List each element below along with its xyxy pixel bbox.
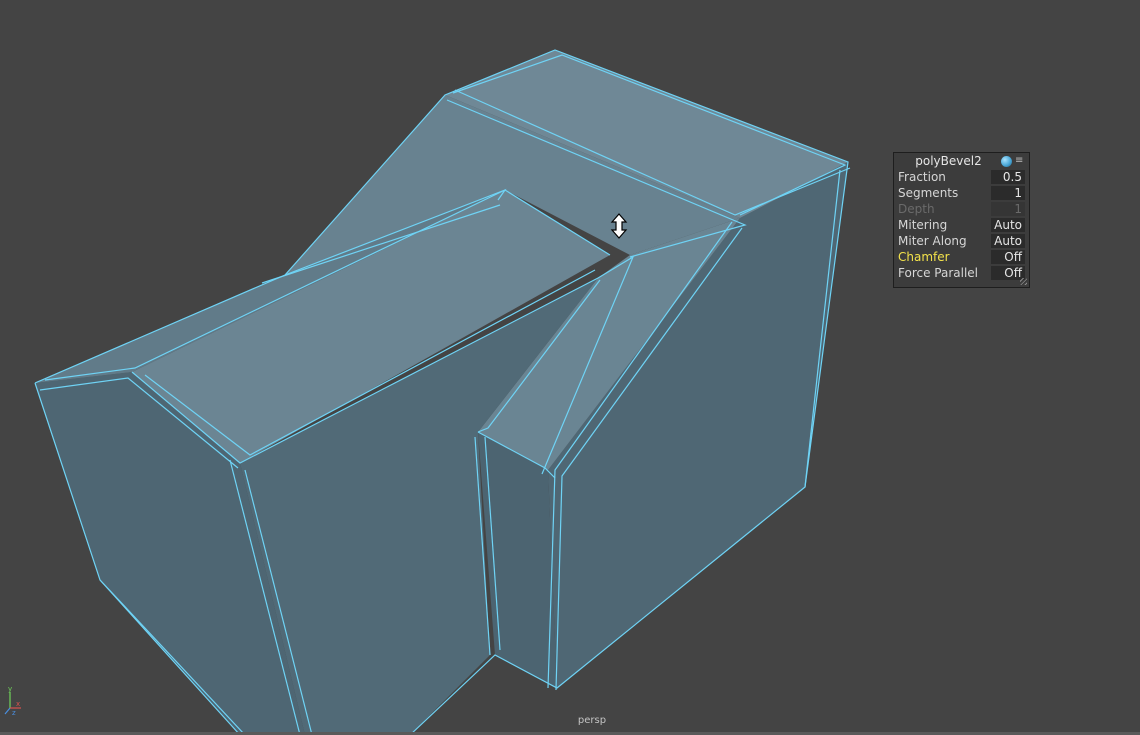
axis-gizmo-icon: y x z (4, 686, 21, 716)
globe-icon[interactable] (1001, 156, 1012, 167)
attr-value-field[interactable]: 0.5 (991, 170, 1025, 184)
camera-name-label: persp (577, 715, 607, 726)
attr-row-fraction[interactable]: Fraction 0.5 (894, 169, 1029, 185)
options-icon[interactable]: ≡ (1015, 154, 1023, 168)
attr-row-mitering[interactable]: Mitering Auto (894, 217, 1029, 233)
axis-x-label: x (16, 700, 20, 708)
attr-value-field[interactable]: Off (991, 250, 1025, 264)
panel-header[interactable]: polyBevel2 ≡ (894, 153, 1029, 169)
poly-bevel-attribute-panel[interactable]: polyBevel2 ≡ Fraction 0.5 Segments 1 Dep… (893, 152, 1030, 288)
attr-label: Mitering (898, 218, 948, 232)
attr-label: Fraction (898, 170, 946, 184)
attr-row-chamfer[interactable]: Chamfer Off (894, 249, 1029, 265)
attr-row-segments[interactable]: Segments 1 (894, 185, 1029, 201)
axis-z-label: z (12, 709, 16, 716)
attr-label: Chamfer (898, 250, 950, 264)
panel-title: polyBevel2 (915, 154, 982, 168)
attr-row-miter-along[interactable]: Miter Along Auto (894, 233, 1029, 249)
attr-value-field[interactable]: 1 (991, 186, 1025, 200)
attr-label: Miter Along (898, 234, 967, 248)
attr-row-force-parallel[interactable]: Force Parallel Off (894, 265, 1029, 281)
mesh-render[interactable] (0, 0, 1140, 735)
vertical-move-cursor-icon (610, 213, 628, 239)
attr-value-field[interactable]: Auto (991, 218, 1025, 232)
attr-label: Force Parallel (898, 266, 979, 280)
attr-value-field: 1 (991, 202, 1025, 216)
attr-row-depth: Depth 1 (894, 201, 1029, 217)
resize-grip-icon[interactable] (1020, 278, 1027, 285)
3d-viewport[interactable] (0, 0, 1140, 735)
axis-y-label: y (8, 686, 12, 693)
attr-value-field[interactable]: Auto (991, 234, 1025, 248)
attr-label: Depth (898, 202, 935, 216)
attr-label: Segments (898, 186, 959, 200)
